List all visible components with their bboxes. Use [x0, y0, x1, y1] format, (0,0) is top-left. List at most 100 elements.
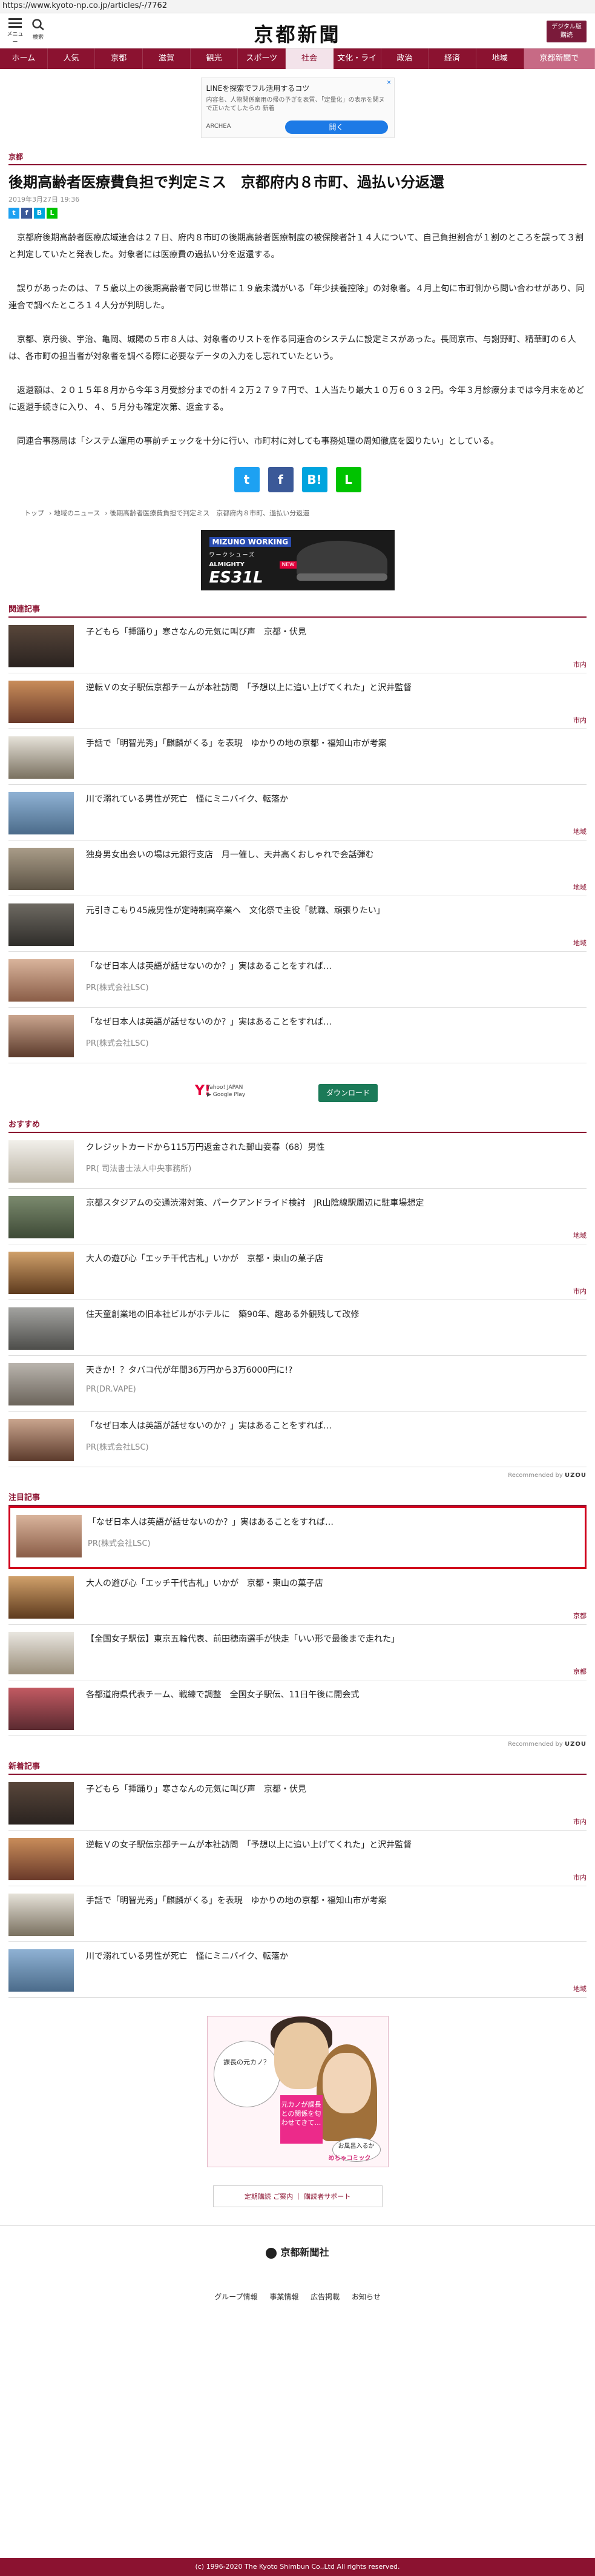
- list-item[interactable]: 天きか！？タバコ代が年間36万円から3万6000円に!? PR(DR.VAPE): [8, 1356, 587, 1412]
- list-item[interactable]: 子どもら「挿踊り」寒さなんの元気に叫び声 京都・伏見 市内: [8, 1775, 587, 1831]
- nav-economy[interactable]: 経済: [429, 48, 476, 69]
- list-item[interactable]: 手話で「明智光秀」「麒麟がくる」を表現 ゆかりの地の京都・福知山市が考案: [8, 1886, 587, 1942]
- nav-society[interactable]: 社会: [286, 48, 334, 69]
- list-item[interactable]: 子どもら「挿踊り」寒さなんの元気に叫び声 京都・伏見 市内: [8, 618, 587, 673]
- item-title[interactable]: 子どもら「挿踊り」寒さなんの元気に叫び声 京都・伏見: [86, 626, 580, 638]
- ad-brand: MIZUNO WORKING: [209, 537, 292, 547]
- nav-culture[interactable]: 文化・ライフ: [334, 48, 381, 84]
- line-share-icon[interactable]: L: [47, 208, 58, 219]
- comic-ad[interactable]: 課長の元カノ？ 元カノが課長との関係を匂わせてきて… お風呂入るか めちゃコミッ…: [206, 2016, 389, 2167]
- footer-link[interactable]: お知らせ: [352, 2293, 381, 2301]
- item-title[interactable]: クレジットカードから115万円返金された郵山妾春（68）男性: [86, 1141, 580, 1154]
- list-item[interactable]: 川で溺れている男性が死亡 怪にミニバイク、転落か 地域: [8, 785, 587, 841]
- list-item[interactable]: 「なぜ日本人は英語が話せないのか？」実はあることをすれば… PR(株式会社LSC): [8, 952, 587, 1008]
- article-section[interactable]: 京都: [0, 151, 595, 162]
- thumbnail-image: [8, 1252, 74, 1294]
- list-item-highlighted[interactable]: 「なぜ日本人は英語が話せないのか？」実はあることをすれば… PR(株式会社LSC): [8, 1506, 587, 1569]
- footer-logo[interactable]: 京都新聞社: [0, 2244, 595, 2259]
- nav-politics[interactable]: 政治: [381, 48, 429, 69]
- twitter-share-icon[interactable]: t: [234, 467, 260, 492]
- item-title[interactable]: 子どもら「挿踊り」寒さなんの元気に叫び声 京都・伏見: [86, 1783, 580, 1795]
- item-title[interactable]: 「なぜ日本人は英語が話せないのか？」実はあることをすれば…: [86, 1420, 580, 1432]
- nav-home[interactable]: ホーム: [0, 48, 48, 69]
- yahoo-logo-icon: Y!: [195, 1083, 211, 1098]
- list-item[interactable]: 住天童創業地の旧本社ビルがホテルに 築90年、趣ある外観残して改修: [8, 1300, 587, 1356]
- thumbnail-image: [8, 1838, 74, 1880]
- nav-kyoto[interactable]: 京都: [95, 48, 143, 69]
- thumbnail-image: [8, 959, 74, 1002]
- list-item[interactable]: 「なぜ日本人は英語が話せないのか？」実はあることをすれば… PR(株式会社LSC): [8, 1008, 587, 1063]
- footer-link[interactable]: グループ情報: [214, 2293, 257, 2301]
- nav-tourism[interactable]: 観光: [191, 48, 238, 69]
- item-title[interactable]: 住天童創業地の旧本社ビルがホテルに 築90年、趣ある外観残して改修: [86, 1309, 580, 1321]
- item-title[interactable]: 手話で「明智光秀」「麒麟がくる」を表現 ゆかりの地の京都・福知山市が考案: [86, 1895, 580, 1907]
- item-title[interactable]: 「なぜ日本人は英語が話せないのか？」実はあることをすれば…: [88, 1516, 579, 1528]
- breadcrumb-item[interactable]: トップ: [24, 509, 44, 517]
- line-share-icon[interactable]: L: [335, 467, 361, 492]
- item-title[interactable]: 元引きこもり45歳男性が定時制高卒業へ 文化祭で主役「就職、頑張りたい」: [86, 905, 580, 917]
- list-item[interactable]: 逆転Ｖの女子駅伝京都チームが本社訪問 「予想以上に追い上げてくれた」と沢井監督市…: [8, 673, 587, 729]
- item-sponsor: PR(株式会社LSC): [86, 983, 149, 992]
- item-title[interactable]: 京都スタジアムの交通渋滞対策、パークアンドライド検討 JR山陰線駅周辺に駐車場想…: [86, 1197, 580, 1209]
- hatena-share-icon[interactable]: B: [34, 208, 45, 219]
- list-item[interactable]: 大人の遊び心「エッチ干代古札」いかが 京都・東山の菓子店 市内: [8, 1244, 587, 1300]
- site-header: メニュー 検索 京都新聞 デジタル版 購読: [0, 13, 595, 48]
- list-item[interactable]: 川で溺れている男性が死亡 怪にミニバイク、転落か地域: [8, 1942, 587, 1998]
- item-tag: 京都: [573, 1612, 587, 1620]
- nav-member[interactable]: 京都新聞で: [524, 48, 595, 69]
- site-logo[interactable]: 京都新聞: [0, 19, 595, 47]
- item-title[interactable]: 【全国女子駅伝】東京五輪代表、前田穂南選手が快走「いい形で最後まで走れた」: [86, 1633, 580, 1645]
- facebook-share-icon[interactable]: f: [268, 467, 294, 492]
- nav-region[interactable]: 地域: [476, 48, 524, 69]
- item-title[interactable]: 逆転Ｖの女子駅伝京都チームが本社訪問 「予想以上に追い上げてくれた」と沢井監督: [86, 682, 580, 694]
- list-item[interactable]: 「なぜ日本人は英語が話せないのか？」実はあることをすれば… PR(株式会社LSC): [8, 1412, 587, 1467]
- item-tag: 地域: [573, 1985, 587, 1993]
- list-item[interactable]: 独身男女出会いの場は元銀行支店 月一催し、天井高くおしゃれで会話弾む 地域: [8, 841, 587, 896]
- ad-open-button[interactable]: 開く: [284, 121, 388, 134]
- item-title[interactable]: 川で溺れている男性が死亡 怪にミニバイク、転落か: [86, 793, 580, 805]
- list-item[interactable]: 各都道府県代表チーム、戦練で調整 全国女子駅伝、11日午後に開会式: [8, 1680, 587, 1736]
- share-bar-top: t f B L: [0, 204, 595, 219]
- copyright-bar: (c) 1996-2020 The Kyoto Shimbun Co.,Ltd …: [0, 2558, 595, 2576]
- list-item[interactable]: 【全国女子駅伝】東京五輪代表、前田穂南選手が快走「いい形で最後まで走れた」京都: [8, 1625, 587, 1680]
- footer-link[interactable]: 広告掲載: [311, 2293, 340, 2301]
- item-title[interactable]: 大人の遊び心「エッチ干代古札」いかが 京都・東山の菓子店: [86, 1577, 580, 1590]
- thumbnail-image: [8, 1632, 74, 1674]
- list-item[interactable]: 元引きこもり45歳男性が定時制高卒業へ 文化祭で主役「就職、頑張りたい」 地域: [8, 896, 587, 952]
- item-title[interactable]: 逆転Ｖの女子駅伝京都チームが本社訪問 「予想以上に追い上げてくれた」と沢井監督: [86, 1839, 580, 1851]
- thumbnail-image: [8, 1363, 74, 1405]
- mizuno-ad[interactable]: MIZUNO WORKING ワークシューズ ALMIGHTY NEW ES31…: [200, 530, 395, 590]
- footer-link[interactable]: 事業情報: [269, 2293, 298, 2301]
- item-title[interactable]: 大人の遊び心「エッチ干代古札」いかが 京都・東山の菓子店: [86, 1253, 580, 1265]
- top-ad[interactable]: ✕ LINEを探索でフル活用するコツ 内容名、人物関係案用の帰の予ぎを表質、「定…: [200, 78, 395, 138]
- list-item[interactable]: クレジットカードから115万円返金された郵山妾春（68）男性 PR( 司法書士法人…: [8, 1133, 587, 1189]
- facebook-share-icon[interactable]: f: [21, 208, 32, 219]
- item-title[interactable]: 各都道府県代表チーム、戦練で調整 全国女子駅伝、11日午後に開会式: [86, 1689, 580, 1701]
- download-button[interactable]: ダウンロード: [318, 1084, 378, 1102]
- list-item[interactable]: 手話で「明智光秀」「麒麟がくる」を表現 ゆかりの地の京都・福知山市が考案: [8, 729, 587, 785]
- list-item[interactable]: 逆転Ｖの女子駅伝京都チームが本社訪問 「予想以上に追い上げてくれた」と沢井監督市…: [8, 1831, 587, 1886]
- digital-subscribe-button[interactable]: デジタル版 購読: [547, 21, 587, 42]
- nav-sports[interactable]: スポーツ: [238, 48, 286, 69]
- ad-close-icon[interactable]: ✕: [386, 79, 393, 87]
- list-item[interactable]: 京都スタジアムの交通渋滞対策、パークアンドライド検討 JR山陰線駅周辺に駐車場想…: [8, 1189, 587, 1244]
- twitter-share-icon[interactable]: t: [8, 208, 19, 219]
- item-title[interactable]: 天きか！？タバコ代が年間36万円から3万6000円に!?: [86, 1364, 580, 1376]
- yahoo-app-banner: Y! Yahoo! JAPAN ▶ Google Play ダウンロード: [0, 1082, 595, 1106]
- item-title[interactable]: 「なぜ日本人は英語が話せないのか？」実はあることをすれば…: [86, 960, 580, 973]
- item-title[interactable]: 川で溺れている男性が死亡 怪にミニバイク、転落か: [86, 1950, 580, 1963]
- item-title[interactable]: 手話で「明智光秀」「麒麟がくる」を表現 ゆかりの地の京都・福知山市が考案: [86, 738, 580, 750]
- nav-shiga[interactable]: 滋賀: [143, 48, 191, 69]
- nav-popular[interactable]: 人気: [48, 48, 96, 69]
- recommend-credit: Recommended by UZOU: [508, 1472, 587, 1479]
- list-item[interactable]: 大人の遊び心「エッチ干代古札」いかが 京都・東山の菓子店京都: [8, 1569, 587, 1625]
- item-title[interactable]: 「なぜ日本人は英語が話せないのか？」実はあることをすれば…: [86, 1016, 580, 1028]
- item-tag: 京都: [573, 1668, 587, 1676]
- hatena-share-icon[interactable]: B!: [301, 467, 327, 492]
- subscription-links[interactable]: 定期購読 ご案内 ｜ 購読者サポート: [212, 2185, 383, 2207]
- thumbnail-image: [8, 1196, 74, 1238]
- item-title[interactable]: 独身男女出会いの場は元銀行支店 月一催し、天井高くおしゃれで会話弾む: [86, 849, 580, 861]
- breadcrumb-item[interactable]: 地域のニュース: [54, 509, 100, 517]
- company-mark-icon: [266, 2247, 277, 2259]
- url-bar[interactable]: https://www.kyoto-np.co.jp/articles/-/77…: [0, 0, 595, 13]
